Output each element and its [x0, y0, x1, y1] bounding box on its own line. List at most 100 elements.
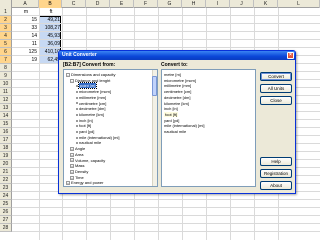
- convert-to-list[interactable]: metre [m] micrometre [mcm] millimetre [mm]…: [161, 69, 256, 187]
- expand-icon[interactable]: +: [70, 175, 74, 180]
- collapse-icon[interactable]: −: [70, 78, 74, 83]
- expand-icon[interactable]: +: [70, 152, 74, 157]
- tree-unit-item[interactable]: millimetre [mm]: [76, 95, 106, 100]
- tree-unit-item[interactable]: nautical mile: [76, 140, 101, 145]
- target-unit-item[interactable]: mile (international) [mi]: [164, 123, 204, 128]
- tree-unit-item[interactable]: decimetre [dm]: [76, 106, 105, 111]
- registration-button[interactable]: Registration: [260, 169, 292, 178]
- close-button[interactable]: Close: [260, 96, 292, 105]
- column-header-g[interactable]: G: [158, 0, 182, 8]
- tree-unit-item[interactable]: kilometre [km]: [76, 112, 104, 117]
- row-header-22[interactable]: 22: [0, 176, 12, 184]
- expand-icon[interactable]: +: [70, 164, 74, 169]
- convert-from-tree[interactable]: − Dimensions and capacity − Distance and le…: [63, 69, 158, 187]
- cell-a4[interactable]: 14: [13, 32, 38, 40]
- column-header-f[interactable]: F: [134, 0, 158, 8]
- from-scrollbar-thumb[interactable]: [152, 76, 157, 96]
- row-header-16[interactable]: 16: [0, 128, 12, 136]
- row-header-24[interactable]: 24: [0, 192, 12, 200]
- tree-category-item[interactable]: + Area: [70, 152, 83, 157]
- column-header-k[interactable]: K: [254, 0, 278, 8]
- column-header-h[interactable]: H: [182, 0, 206, 8]
- column-header-d[interactable]: D: [86, 0, 110, 8]
- row-header-25[interactable]: 25: [0, 200, 12, 208]
- row-header-21[interactable]: 21: [0, 168, 12, 176]
- cell-b5[interactable]: 36,09: [40, 40, 61, 48]
- about-button[interactable]: About: [260, 181, 292, 190]
- target-unit-item[interactable]: centimetre [cm]: [164, 89, 191, 94]
- expand-icon[interactable]: +: [70, 158, 74, 163]
- row-header-4[interactable]: 4: [0, 32, 12, 40]
- target-unit-item[interactable]: kilometre [km]: [164, 101, 189, 106]
- collapse-icon[interactable]: −: [66, 72, 70, 77]
- cell-b1[interactable]: ft: [40, 8, 62, 16]
- row-header-11[interactable]: 11: [0, 88, 12, 96]
- tree-category-item[interactable]: + Time: [70, 175, 84, 180]
- row-header-17[interactable]: 17: [0, 136, 12, 144]
- from-scrollbar[interactable]: [152, 70, 157, 186]
- column-header-j[interactable]: J: [230, 0, 254, 8]
- column-header-a[interactable]: A: [12, 0, 39, 8]
- help-button[interactable]: Help: [260, 157, 292, 166]
- tree-category-item[interactable]: + Angle: [70, 146, 85, 151]
- select-all-corner[interactable]: [0, 0, 12, 8]
- column-header-i[interactable]: I: [206, 0, 230, 8]
- row-header-15[interactable]: 15: [0, 120, 12, 128]
- row-header-2[interactable]: 2: [0, 16, 12, 24]
- row-header-20[interactable]: 20: [0, 160, 12, 168]
- cell-a7[interactable]: 19: [13, 56, 38, 64]
- cell-a5[interactable]: 11: [13, 40, 38, 48]
- target-unit-item[interactable]: foot [ft]: [164, 111, 179, 117]
- close-icon[interactable]: ×: [287, 52, 294, 59]
- row-header-28[interactable]: 28: [0, 224, 12, 232]
- target-unit-item[interactable]: decimetre [dm]: [164, 95, 190, 100]
- tree-category-item[interactable]: + Energy and power: [66, 180, 103, 185]
- tree-category-item[interactable]: + Density: [70, 169, 88, 174]
- row-header-27[interactable]: 27: [0, 216, 12, 224]
- row-header-13[interactable]: 13: [0, 104, 12, 112]
- row-header-9[interactable]: 9: [0, 72, 12, 80]
- cell-b4[interactable]: 45,93: [40, 32, 61, 40]
- column-header-l[interactable]: L: [278, 0, 320, 8]
- all-units-button[interactable]: All Units: [260, 84, 292, 93]
- row-header-19[interactable]: 19: [0, 152, 12, 160]
- cell-a6[interactable]: 125: [13, 48, 38, 56]
- tree-category-item[interactable]: + Volume, capacity: [70, 158, 105, 163]
- convert-button[interactable]: Convert: [260, 72, 292, 81]
- column-header-b[interactable]: B: [39, 0, 62, 8]
- column-header-c[interactable]: C: [62, 0, 86, 8]
- tree-unit-item[interactable]: foot [ft]: [76, 123, 91, 128]
- row-header-23[interactable]: 23: [0, 184, 12, 192]
- target-unit-item[interactable]: millimetre [mm]: [164, 83, 191, 88]
- target-unit-item[interactable]: nautical mile: [164, 129, 186, 134]
- tree-category-item[interactable]: − Distance and lenght: [70, 78, 110, 83]
- tree-category-item[interactable]: + Mass: [70, 163, 85, 168]
- tree-unit-item[interactable]: mile (international) [mi]: [76, 135, 119, 140]
- target-unit-item[interactable]: inch [in]: [164, 106, 178, 111]
- target-unit-item[interactable]: metre [m]: [164, 72, 181, 77]
- row-header-5[interactable]: 5: [0, 40, 12, 48]
- tree-unit-item[interactable]: centimetre [cm]: [76, 101, 106, 106]
- row-header-8[interactable]: 8: [0, 64, 12, 72]
- tree-unit-item[interactable]: inch [in]: [76, 118, 93, 123]
- expand-icon[interactable]: +: [70, 169, 74, 174]
- tree-unit-item[interactable]: yard [yd]: [76, 129, 94, 134]
- row-header-6[interactable]: 6: [0, 48, 12, 56]
- tree-category-item[interactable]: − Dimensions and capacity: [66, 72, 115, 77]
- tree-unit-item[interactable]: point [m]: [76, 82, 98, 90]
- cell-a3[interactable]: 33: [13, 24, 38, 32]
- target-unit-item[interactable]: micrometre [mcm]: [164, 78, 196, 83]
- expand-icon[interactable]: +: [70, 147, 74, 152]
- row-header-26[interactable]: 26: [0, 208, 12, 216]
- tree-unit-item[interactable]: micrometre [mcm]: [76, 89, 111, 94]
- cell-b3[interactable]: 108,27: [40, 24, 61, 32]
- row-header-12[interactable]: 12: [0, 96, 12, 104]
- row-header-7[interactable]: 7: [0, 56, 12, 64]
- dialog-titlebar[interactable]: Unit Converter ×: [59, 51, 295, 60]
- cell-a2[interactable]: 15: [13, 16, 38, 24]
- row-header-10[interactable]: 10: [0, 80, 12, 88]
- cell-a1[interactable]: m: [13, 8, 39, 16]
- row-header-18[interactable]: 18: [0, 144, 12, 152]
- row-header-14[interactable]: 14: [0, 112, 12, 120]
- row-header-3[interactable]: 3: [0, 24, 12, 32]
